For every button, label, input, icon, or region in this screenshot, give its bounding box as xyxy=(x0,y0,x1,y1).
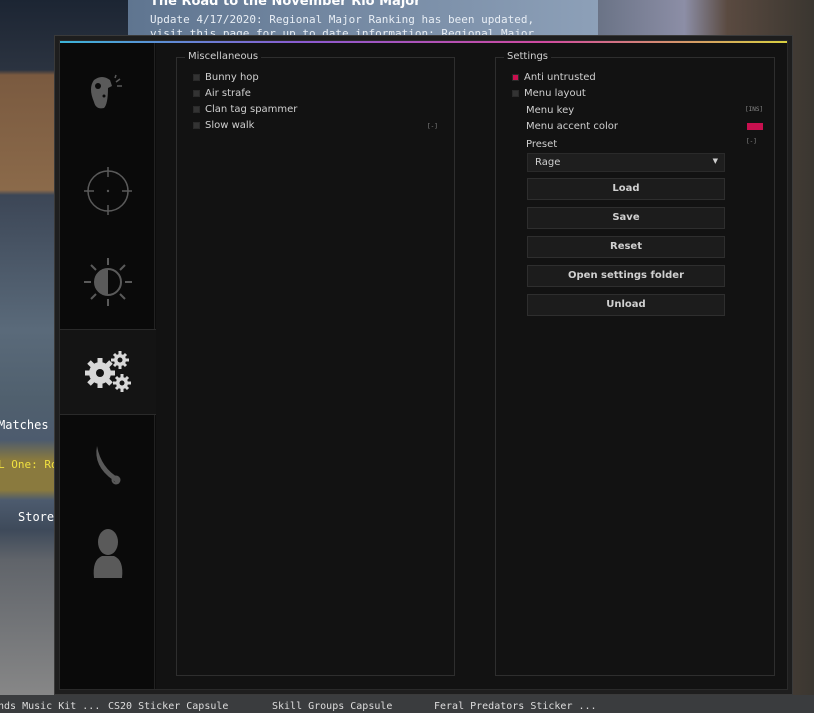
load-button[interactable]: Load xyxy=(527,178,725,200)
misc-groupbox: Miscellaneous Bunny hop Air strafe Clan … xyxy=(176,51,455,676)
store-label: Store xyxy=(18,510,55,524)
reset-button[interactable]: Reset xyxy=(527,236,725,258)
checkbox-box[interactable] xyxy=(512,90,519,97)
menu-layout-checkbox[interactable]: Menu layout xyxy=(512,88,586,99)
clan-tag-checkbox[interactable]: Clan tag spammer xyxy=(193,104,297,115)
ragebot-head-icon xyxy=(90,74,122,109)
menu-key-keybind[interactable]: [INS] xyxy=(745,106,763,113)
promo-label: L One: Ro xyxy=(0,458,58,471)
checkbox-label: Slow walk xyxy=(205,120,255,131)
accent-color-label: Menu accent color xyxy=(526,121,618,132)
misc-title: Miscellaneous xyxy=(185,51,262,62)
bunny-hop-checkbox[interactable]: Bunny hop xyxy=(193,72,259,83)
gears-icon xyxy=(85,351,131,392)
anti-untrusted-checkbox[interactable]: Anti untrusted xyxy=(512,72,596,83)
crosshair-icon xyxy=(83,167,132,215)
slow-walk-keybind[interactable]: [-] xyxy=(427,123,438,130)
tab-misc[interactable] xyxy=(60,329,156,415)
checkbox-label: Menu layout xyxy=(524,88,586,99)
checkbox-label: Air strafe xyxy=(205,88,251,99)
checkbox-label: Anti untrusted xyxy=(524,72,596,83)
air-strafe-checkbox[interactable]: Air strafe xyxy=(193,88,251,99)
checkbox-box[interactable] xyxy=(193,122,200,129)
save-button[interactable]: Save xyxy=(527,207,725,229)
unload-button[interactable]: Unload xyxy=(527,294,725,316)
sidebar xyxy=(60,43,156,689)
settings-groupbox: Settings Anti untrusted Menu layout Menu… xyxy=(495,51,775,676)
checkbox-box[interactable] xyxy=(193,74,200,81)
preset-value: Rage xyxy=(535,157,561,168)
matches-label: Matches xyxy=(0,418,49,432)
visuals-brightness-icon xyxy=(83,258,132,306)
checkbox-label: Bunny hop xyxy=(205,72,259,83)
store-item: Feral Predators Sticker ... xyxy=(434,701,597,712)
user-icon xyxy=(93,529,122,578)
tab-skins[interactable] xyxy=(60,423,155,509)
knife-icon xyxy=(95,446,120,485)
store-item: CS20 Sticker Capsule xyxy=(108,701,229,712)
store-item: nds Music Kit ... xyxy=(0,701,101,712)
menu-key-label: Menu key xyxy=(526,105,575,116)
open-settings-folder-button[interactable]: Open settings folder xyxy=(527,265,725,287)
preset-label: Preset xyxy=(526,139,558,150)
slow-walk-checkbox[interactable]: Slow walk xyxy=(193,120,254,131)
preset-keybind[interactable]: [-] xyxy=(746,138,757,145)
news-title: The Road to the November Rio Major xyxy=(150,0,421,9)
checkbox-box[interactable] xyxy=(193,90,200,97)
cheat-menu-window: Miscellaneous Bunny hop Air strafe Clan … xyxy=(54,35,793,695)
tab-ragebot[interactable] xyxy=(60,51,155,137)
settings-title: Settings xyxy=(504,51,552,62)
accent-color-swatch[interactable] xyxy=(747,123,763,130)
store-item: Skill Groups Capsule xyxy=(272,701,393,712)
tab-visuals[interactable] xyxy=(60,239,155,325)
checkbox-box[interactable] xyxy=(193,106,200,113)
content-area: Miscellaneous Bunny hop Air strafe Clan … xyxy=(156,43,787,689)
checkbox-label: Clan tag spammer xyxy=(205,104,298,115)
tab-legitbot[interactable] xyxy=(60,148,155,234)
preset-dropdown[interactable]: Rage ▼ xyxy=(527,153,725,172)
tab-profile[interactable] xyxy=(60,511,155,597)
chevron-down-icon: ▼ xyxy=(712,157,718,165)
checkbox-box[interactable] xyxy=(512,74,519,81)
